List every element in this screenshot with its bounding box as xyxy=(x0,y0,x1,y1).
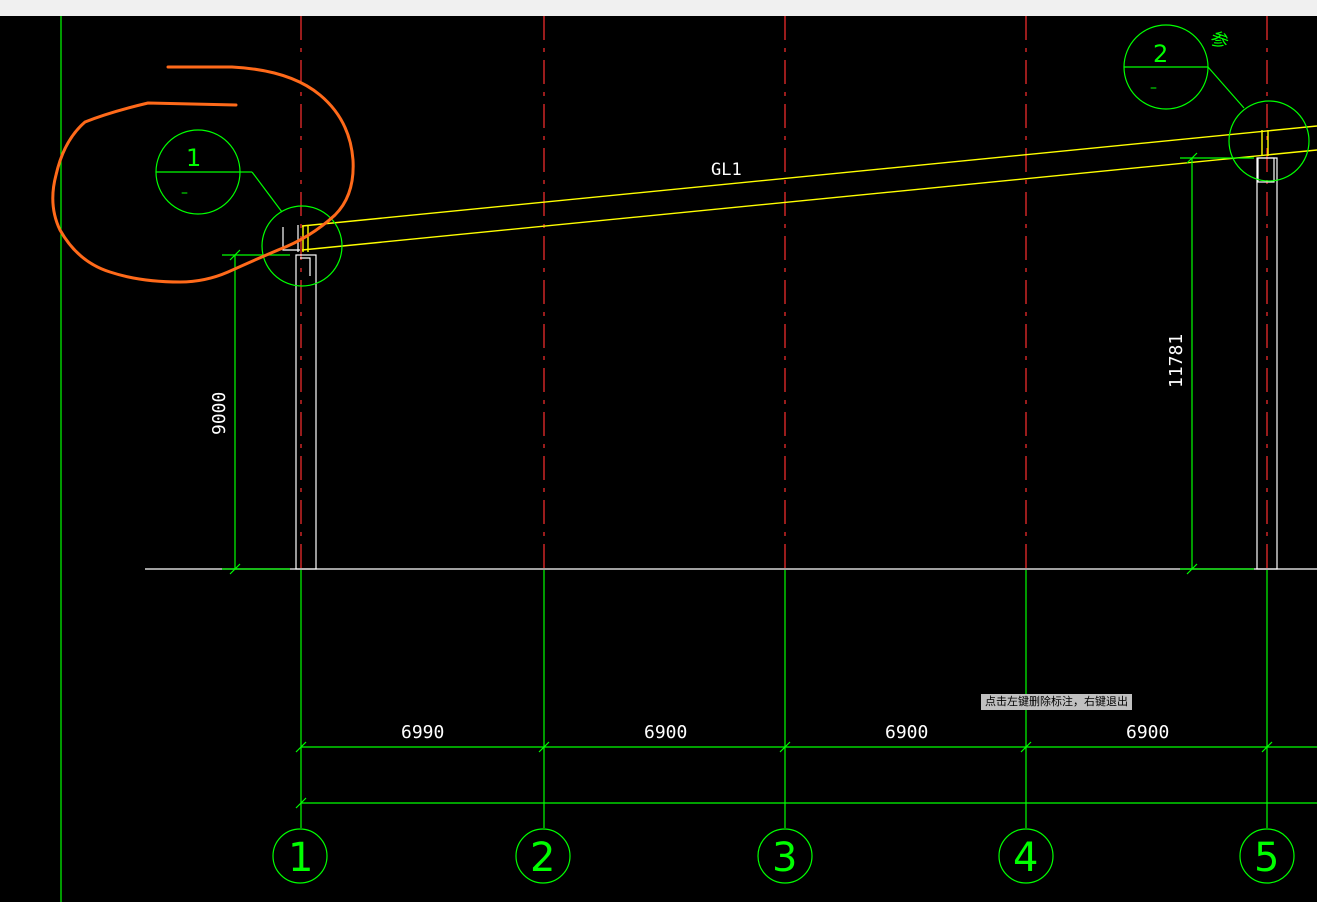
dimension-left-height xyxy=(222,249,290,575)
span-dimension-3: 6900 xyxy=(885,722,928,743)
beam-label: GL1 xyxy=(711,160,742,180)
span-dimension-4: 6900 xyxy=(1126,722,1169,743)
dimension-right-height-value: 11781 xyxy=(1166,334,1187,388)
column-left xyxy=(295,254,317,570)
span-dimension-1: 6990 xyxy=(401,722,444,743)
cad-canvas[interactable]: GL1 1 – 2 – 参 9000 11781 6990 6900 6900 … xyxy=(0,16,1317,902)
beam-top-edge xyxy=(301,125,1317,227)
detail-callout-1-sub: – xyxy=(181,185,188,201)
span-dimension-lines xyxy=(295,741,1317,809)
columns xyxy=(295,157,1278,570)
axis-label-5: 5 xyxy=(1254,835,1279,881)
axis-label-3: 3 xyxy=(772,835,797,881)
status-tooltip: 点击左键删除标注，右键退出 xyxy=(981,694,1132,710)
joint-circle-right[interactable] xyxy=(1228,100,1310,182)
detail-callout-1-number: 1 xyxy=(186,144,201,172)
axis-label-1: 1 xyxy=(288,835,313,881)
window-top-bar xyxy=(0,0,1317,16)
center-lines xyxy=(300,16,1268,570)
detail-callout-2-leader xyxy=(1207,66,1245,109)
detail-callout-1-leader-2 xyxy=(251,171,283,213)
reference-char: 参 xyxy=(1207,28,1231,54)
detail-callout-2-number: 2 xyxy=(1153,40,1168,68)
beam-gl1 xyxy=(301,125,1317,251)
axis-label-2: 2 xyxy=(530,835,555,881)
beam-bottom-edge xyxy=(301,149,1317,251)
dimension-right-height xyxy=(1180,152,1254,575)
detail-callout-2-sub: – xyxy=(1150,80,1157,96)
span-dimension-2: 6900 xyxy=(644,722,687,743)
right-joint-plate xyxy=(1257,157,1275,183)
dimension-left-height-value: 9000 xyxy=(209,392,230,435)
axis-label-4: 4 xyxy=(1013,835,1038,881)
